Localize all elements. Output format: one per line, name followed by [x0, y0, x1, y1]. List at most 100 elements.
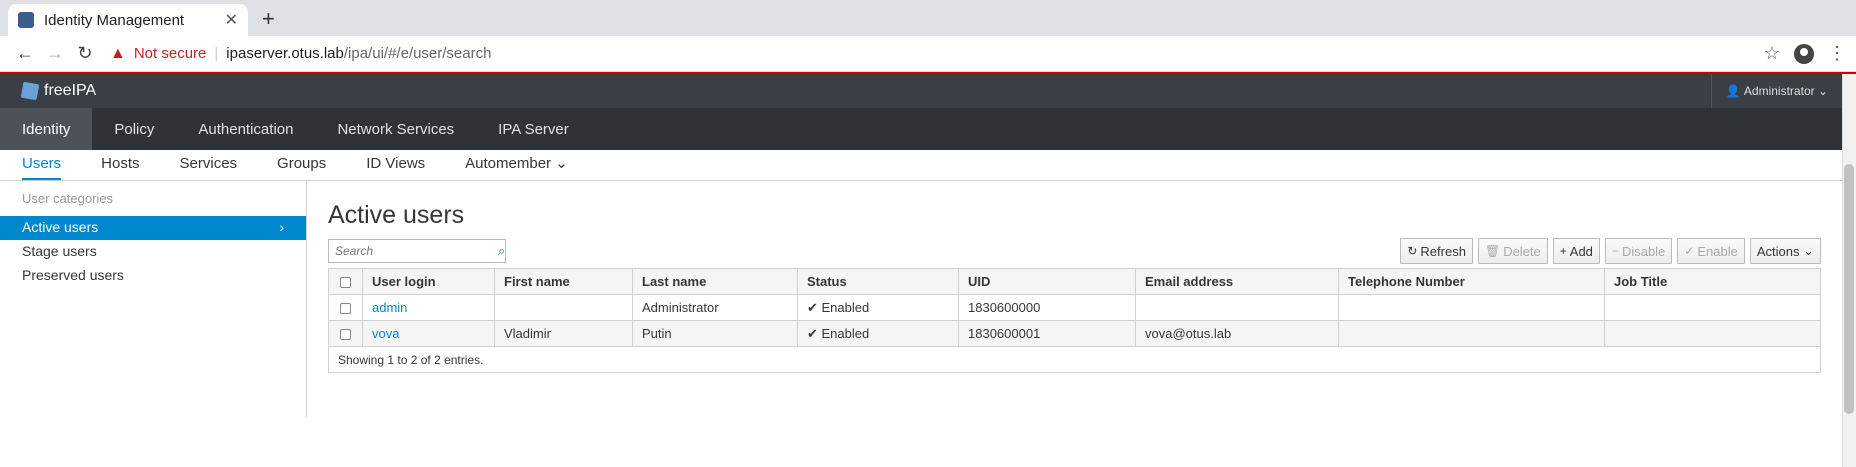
- cell-job-title: [1604, 320, 1821, 347]
- cell-first-name: Vladimir: [494, 320, 633, 347]
- action-buttons: ↻ Refresh 🗑 Delete + Add − Disable ✓ Enable A…: [1400, 238, 1821, 264]
- column-header[interactable]: First name: [494, 268, 633, 295]
- row-checkbox[interactable]: [340, 303, 351, 315]
- forward-arrow-icon[interactable]: →: [40, 43, 70, 64]
- select-all-cell: [328, 268, 363, 295]
- nav-authentication[interactable]: Authentication: [176, 108, 315, 150]
- tab-users[interactable]: Users: [22, 155, 62, 180]
- url-separator: |: [214, 45, 219, 62]
- row-checkbox[interactable]: [340, 329, 351, 341]
- disable-label: Disable: [1621, 243, 1666, 259]
- table-row: vova Vladimir Putin ✔ Enabled 1830600001…: [328, 320, 1821, 347]
- cell-status: ✔ Enabled: [797, 294, 959, 321]
- primary-nav: Identity Policy Authentication Network S…: [0, 108, 1842, 150]
- delete-button[interactable]: 🗑 Delete: [1477, 238, 1548, 264]
- column-header[interactable]: Email address: [1135, 268, 1339, 295]
- sidebar-item-preserved-users[interactable]: Preserved users: [0, 264, 306, 288]
- check-icon: ✔: [807, 325, 822, 341]
- user-menu[interactable]: 👤 Administrator ⌄: [1710, 74, 1842, 108]
- cell-email: [1135, 294, 1339, 321]
- url-host: ipaserver.otus.lab: [226, 45, 344, 62]
- select-all-checkbox[interactable]: [340, 277, 351, 289]
- cell-last-name: Administrator: [632, 294, 798, 321]
- sidebar-item-label: Active users: [22, 219, 99, 235]
- tab-id-views[interactable]: ID Views: [366, 155, 425, 180]
- search-icon[interactable]: ⌕: [498, 243, 505, 259]
- page-scrollbar[interactable]: [1842, 74, 1856, 467]
- column-header[interactable]: Status: [797, 268, 959, 295]
- brand[interactable]: freeIPA: [20, 81, 97, 101]
- cell-uid: 1830600001: [958, 320, 1136, 347]
- cell-email: vova@otus.lab: [1135, 320, 1339, 347]
- user-login-link[interactable]: vova: [372, 326, 399, 341]
- brand-name: freeIPA: [44, 82, 97, 99]
- cell-login: admin: [362, 294, 495, 321]
- profile-avatar-icon[interactable]: [1794, 43, 1814, 64]
- add-label: Add: [1569, 243, 1593, 259]
- nav-policy[interactable]: Policy: [92, 108, 176, 150]
- chevron-down-icon: ⌄: [1799, 243, 1814, 258]
- not-secure-label[interactable]: Not secure: [134, 45, 207, 62]
- freeipa-favicon-icon: [18, 12, 34, 28]
- chevron-right-icon: ›: [279, 219, 284, 235]
- search-box: ⌕: [328, 239, 506, 263]
- freeipa-logo-icon: [20, 81, 40, 101]
- cell-login: vova: [362, 320, 495, 347]
- new-tab-icon[interactable]: +: [262, 6, 275, 32]
- bookmark-star-icon[interactable]: ☆: [1764, 43, 1780, 64]
- cell-status: ✔ Enabled: [797, 320, 959, 347]
- tab-automember-label: Automember: [465, 155, 552, 172]
- refresh-button[interactable]: ↻ Refresh: [1400, 238, 1473, 264]
- tab-hosts[interactable]: Hosts: [101, 155, 139, 180]
- close-tab-icon[interactable]: ✕: [225, 10, 238, 30]
- sidebar-item-label: Stage users: [22, 243, 97, 259]
- nav-identity[interactable]: Identity: [0, 108, 93, 150]
- reload-icon[interactable]: ↻: [70, 43, 100, 64]
- tab-services[interactable]: Services: [180, 155, 238, 180]
- cell-job-title: [1604, 294, 1821, 321]
- column-header[interactable]: Job Title: [1604, 268, 1821, 295]
- sidebar: User categories Active users › Stage use…: [0, 181, 307, 417]
- chevron-down-icon: ⌄: [555, 155, 568, 172]
- status-text: Enabled: [821, 299, 870, 315]
- url-field[interactable]: ▲ Not secure | ipaserver.otus.lab /ipa/u…: [110, 40, 1754, 68]
- page-title: Active users: [328, 201, 465, 229]
- column-header[interactable]: UID: [958, 268, 1136, 295]
- minus-icon: −: [1611, 244, 1619, 258]
- main-panel: Active users ⌕ ↻Refresh 🗑Delete +Add −Di…: [307, 181, 1842, 417]
- refresh-icon: ↻: [1407, 244, 1418, 258]
- table-row: admin Administrator ✔ Enabled 1830600000: [328, 294, 1821, 321]
- search-input[interactable]: [329, 240, 498, 262]
- content: User categories Active users › Stage use…: [0, 181, 1842, 417]
- user-login-link[interactable]: admin: [372, 300, 407, 315]
- column-header[interactable]: User login: [362, 268, 495, 295]
- table-footer: Showing 1 to 2 of 2 entries.: [328, 346, 1821, 373]
- tab-automember[interactable]: Automember ⌄: [465, 154, 568, 180]
- chevron-down-icon: ⌄: [1814, 84, 1828, 98]
- trash-icon: 🗑: [1484, 244, 1501, 258]
- sidebar-item-stage-users[interactable]: Stage users: [0, 240, 306, 264]
- masthead: freeIPA 👤 Administrator ⌄: [0, 74, 1856, 108]
- cell-phone: [1338, 294, 1605, 321]
- address-bar: ← → ↻ ▲ Not secure | ipaserver.otus.lab …: [0, 36, 1856, 72]
- column-header[interactable]: Telephone Number: [1338, 268, 1605, 295]
- scrollbar-thumb[interactable]: [1844, 164, 1854, 414]
- tab-groups[interactable]: Groups: [277, 155, 326, 180]
- cell-last-name: Putin: [632, 320, 798, 347]
- enable-label: Enable: [1697, 243, 1738, 259]
- browser-tab[interactable]: Identity Management ✕: [8, 4, 248, 36]
- status-text: Enabled: [821, 325, 870, 341]
- back-arrow-icon[interactable]: ←: [10, 43, 40, 64]
- sidebar-item-label: Preserved users: [22, 267, 124, 283]
- actions-button[interactable]: Actions ⌄: [1749, 238, 1821, 264]
- browser-menu-icon[interactable]: ⋮: [1828, 43, 1846, 64]
- nav-ipa-server[interactable]: IPA Server: [476, 108, 591, 150]
- user-icon: 👤: [1725, 84, 1744, 98]
- sidebar-item-active-users[interactable]: Active users ›: [0, 216, 306, 240]
- column-header[interactable]: Last name: [632, 268, 798, 295]
- enable-button[interactable]: ✓ Enable: [1677, 238, 1745, 264]
- disable-button[interactable]: − Disable: [1604, 238, 1673, 264]
- users-table: User login First name Last name Status U…: [328, 268, 1821, 373]
- nav-network-services[interactable]: Network Services: [315, 108, 476, 150]
- add-button[interactable]: + Add: [1552, 238, 1600, 264]
